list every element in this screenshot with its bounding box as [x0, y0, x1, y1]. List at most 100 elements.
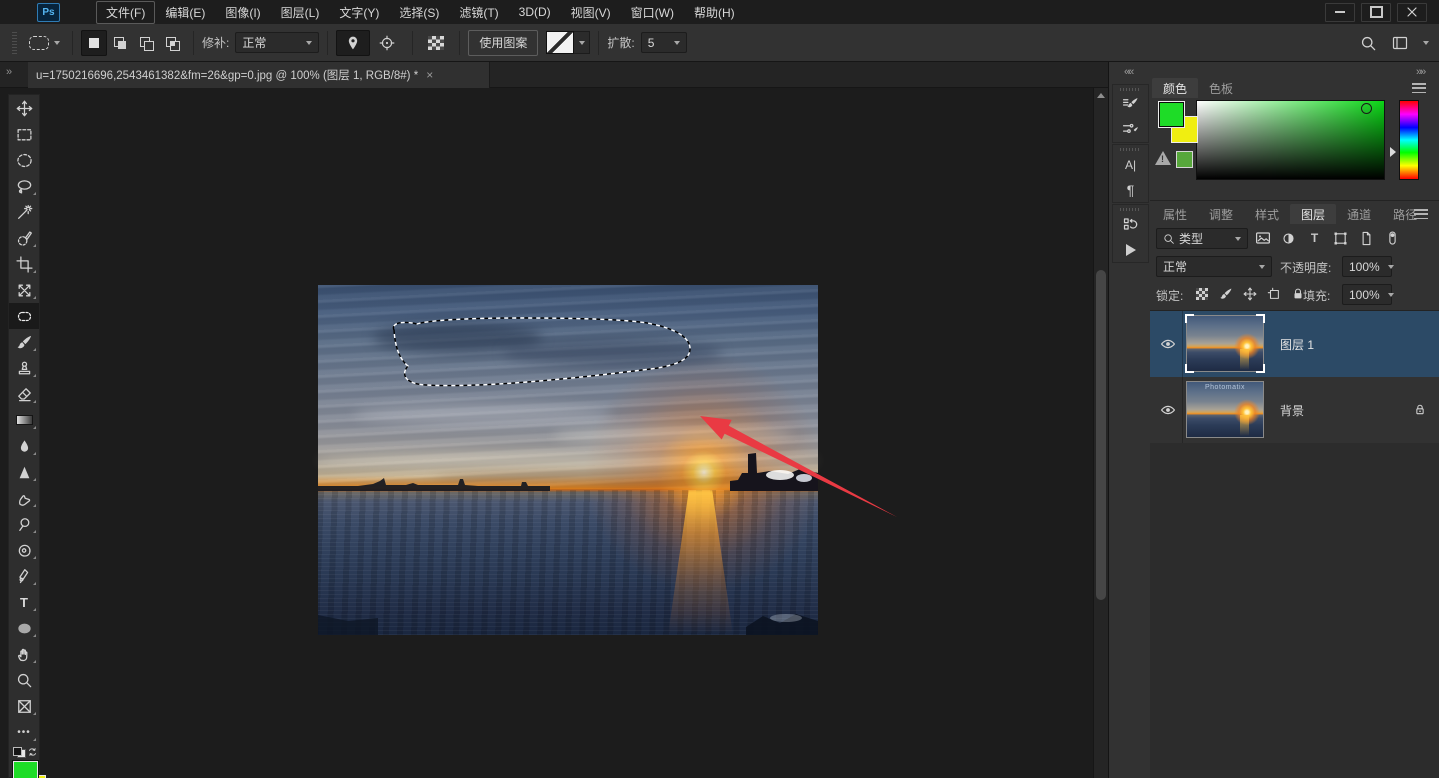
- saturation-brightness-field[interactable]: [1196, 100, 1385, 180]
- menu-3d[interactable]: 3D(D): [509, 2, 561, 22]
- tab-swatches[interactable]: 色板: [1198, 78, 1244, 98]
- tab-color[interactable]: 颜色: [1152, 78, 1198, 98]
- clone-stamp-tool[interactable]: [9, 355, 39, 381]
- crop-tool[interactable]: [9, 251, 39, 277]
- blend-mode-dropdown[interactable]: 正常: [1156, 256, 1272, 277]
- brush-settings-panel-icon[interactable]: [1113, 92, 1148, 117]
- diffusion-dropdown[interactable]: 5: [641, 32, 687, 53]
- lock-pixels-icon[interactable]: [1216, 284, 1236, 304]
- lasso-tool[interactable]: [9, 173, 39, 199]
- filter-toggle-switch[interactable]: [1382, 228, 1403, 248]
- menu-view[interactable]: 视图(V): [561, 1, 621, 24]
- brushes-panel-icon[interactable]: [1113, 117, 1148, 142]
- default-colors-icon[interactable]: [13, 747, 26, 758]
- layer-name[interactable]: 背景: [1280, 402, 1304, 419]
- quick-select-tool[interactable]: [9, 225, 39, 251]
- patch-tool[interactable]: [9, 303, 39, 329]
- pen-tool[interactable]: [9, 563, 39, 589]
- layer-thumbnail[interactable]: Photomatix: [1186, 381, 1266, 440]
- pixel-layer-filter-icon[interactable]: [1252, 228, 1273, 248]
- tab-properties[interactable]: 属性: [1152, 204, 1198, 224]
- menu-select[interactable]: 选择(S): [389, 1, 449, 24]
- canvas-vertical-scrollbar[interactable]: [1093, 88, 1108, 778]
- close-button[interactable]: [1397, 3, 1427, 22]
- smudge-tool[interactable]: [9, 485, 39, 511]
- visibility-eye-icon[interactable]: [1157, 400, 1179, 420]
- lock-transparency-icon[interactable]: [1192, 284, 1212, 304]
- dodge-tool[interactable]: [9, 511, 39, 537]
- eraser-tool[interactable]: [9, 381, 39, 407]
- shape-tool[interactable]: [9, 615, 39, 641]
- brush-tool[interactable]: [9, 329, 39, 355]
- maximize-button[interactable]: [1361, 3, 1391, 22]
- burn-tool[interactable]: [9, 537, 39, 563]
- character-panel-icon[interactable]: A|: [1113, 152, 1148, 177]
- history-panel-icon[interactable]: [1113, 212, 1148, 237]
- tab-close-icon[interactable]: ×: [426, 68, 433, 82]
- hand-tool[interactable]: [9, 641, 39, 667]
- magic-wand-tool[interactable]: [9, 199, 39, 225]
- intersect-selection-button[interactable]: [159, 30, 185, 56]
- layer-row-background[interactable]: Photomatix 背景: [1150, 377, 1439, 443]
- search-icon[interactable]: [1360, 35, 1377, 52]
- sharpen-tool[interactable]: [9, 459, 39, 485]
- scrollbar-thumb[interactable]: [1096, 270, 1106, 600]
- minimize-button[interactable]: [1325, 3, 1355, 22]
- move-tool[interactable]: [9, 95, 39, 121]
- color-panel-menu-icon[interactable]: [1412, 83, 1426, 93]
- swap-colors-icon[interactable]: [26, 746, 39, 758]
- workspace-icon[interactable]: [1391, 35, 1409, 51]
- tab-styles[interactable]: 样式: [1244, 204, 1290, 224]
- edit-toolbar-button[interactable]: •••: [9, 719, 39, 745]
- content-aware-move-tool[interactable]: [9, 277, 39, 303]
- new-selection-button[interactable]: [81, 30, 107, 56]
- type-tool[interactable]: T: [9, 589, 39, 615]
- foreground-color-swatch[interactable]: [13, 761, 38, 778]
- fill-dropdown[interactable]: 100%: [1342, 284, 1392, 305]
- menu-type[interactable]: 文字(Y): [329, 1, 389, 24]
- lock-artboard-icon[interactable]: [1264, 284, 1284, 304]
- add-selection-button[interactable]: [107, 30, 133, 56]
- menu-layer[interactable]: 图层(L): [271, 1, 330, 24]
- document-tab[interactable]: u=1750216696,2543461382&fm=26&gp=0.jpg @…: [28, 62, 490, 88]
- rect-marquee-tool[interactable]: [9, 121, 39, 147]
- menu-edit[interactable]: 编辑(E): [155, 1, 215, 24]
- panel-dock-collapse[interactable]: »»: [1416, 66, 1424, 78]
- menu-file[interactable]: 文件(F): [96, 1, 155, 24]
- tab-layers[interactable]: 图层: [1290, 204, 1336, 224]
- tab-adjustments[interactable]: 调整: [1198, 204, 1244, 224]
- layer-name[interactable]: 图层 1: [1280, 336, 1314, 353]
- menu-help[interactable]: 帮助(H): [684, 1, 745, 24]
- color-picker-ring[interactable]: [1361, 103, 1372, 114]
- transparent-button[interactable]: [421, 30, 451, 56]
- scroll-up-icon[interactable]: [1097, 93, 1105, 98]
- pattern-picker[interactable]: [546, 31, 590, 54]
- type-layer-filter-icon[interactable]: T: [1304, 228, 1325, 248]
- frame-tool[interactable]: [9, 693, 39, 719]
- gamut-warning-icon[interactable]: !: [1155, 151, 1171, 165]
- visibility-eye-icon[interactable]: [1157, 334, 1179, 354]
- patch-source-button[interactable]: [336, 30, 370, 56]
- smart-object-filter-icon[interactable]: [1356, 228, 1377, 248]
- hue-slider-pointer[interactable]: [1390, 147, 1396, 157]
- opacity-dropdown[interactable]: 100%: [1342, 256, 1392, 277]
- layers-panel-menu-icon[interactable]: [1414, 209, 1428, 219]
- pattern-chevron[interactable]: [574, 31, 590, 54]
- zoom-tool[interactable]: [9, 667, 39, 693]
- actions-panel-icon[interactable]: [1113, 237, 1148, 262]
- menu-window[interactable]: 窗口(W): [621, 1, 684, 24]
- adjustment-layer-filter-icon[interactable]: [1278, 228, 1299, 248]
- shape-layer-filter-icon[interactable]: [1330, 228, 1351, 248]
- patch-mode-dropdown[interactable]: 正常: [235, 32, 319, 53]
- layer-filter-dropdown[interactable]: 类型: [1156, 228, 1248, 249]
- gradient-tool[interactable]: [9, 407, 39, 433]
- patch-destination-button[interactable]: [370, 30, 404, 56]
- subtract-selection-button[interactable]: [133, 30, 159, 56]
- menu-image[interactable]: 图像(I): [215, 1, 270, 24]
- tab-channels[interactable]: 通道: [1336, 204, 1382, 224]
- menu-filter[interactable]: 滤镜(T): [449, 1, 508, 24]
- panel-foreground-swatch[interactable]: [1158, 101, 1185, 128]
- use-pattern-button[interactable]: 使用图案: [468, 30, 538, 56]
- hue-slider[interactable]: [1399, 100, 1419, 180]
- lock-position-icon[interactable]: [1240, 284, 1260, 304]
